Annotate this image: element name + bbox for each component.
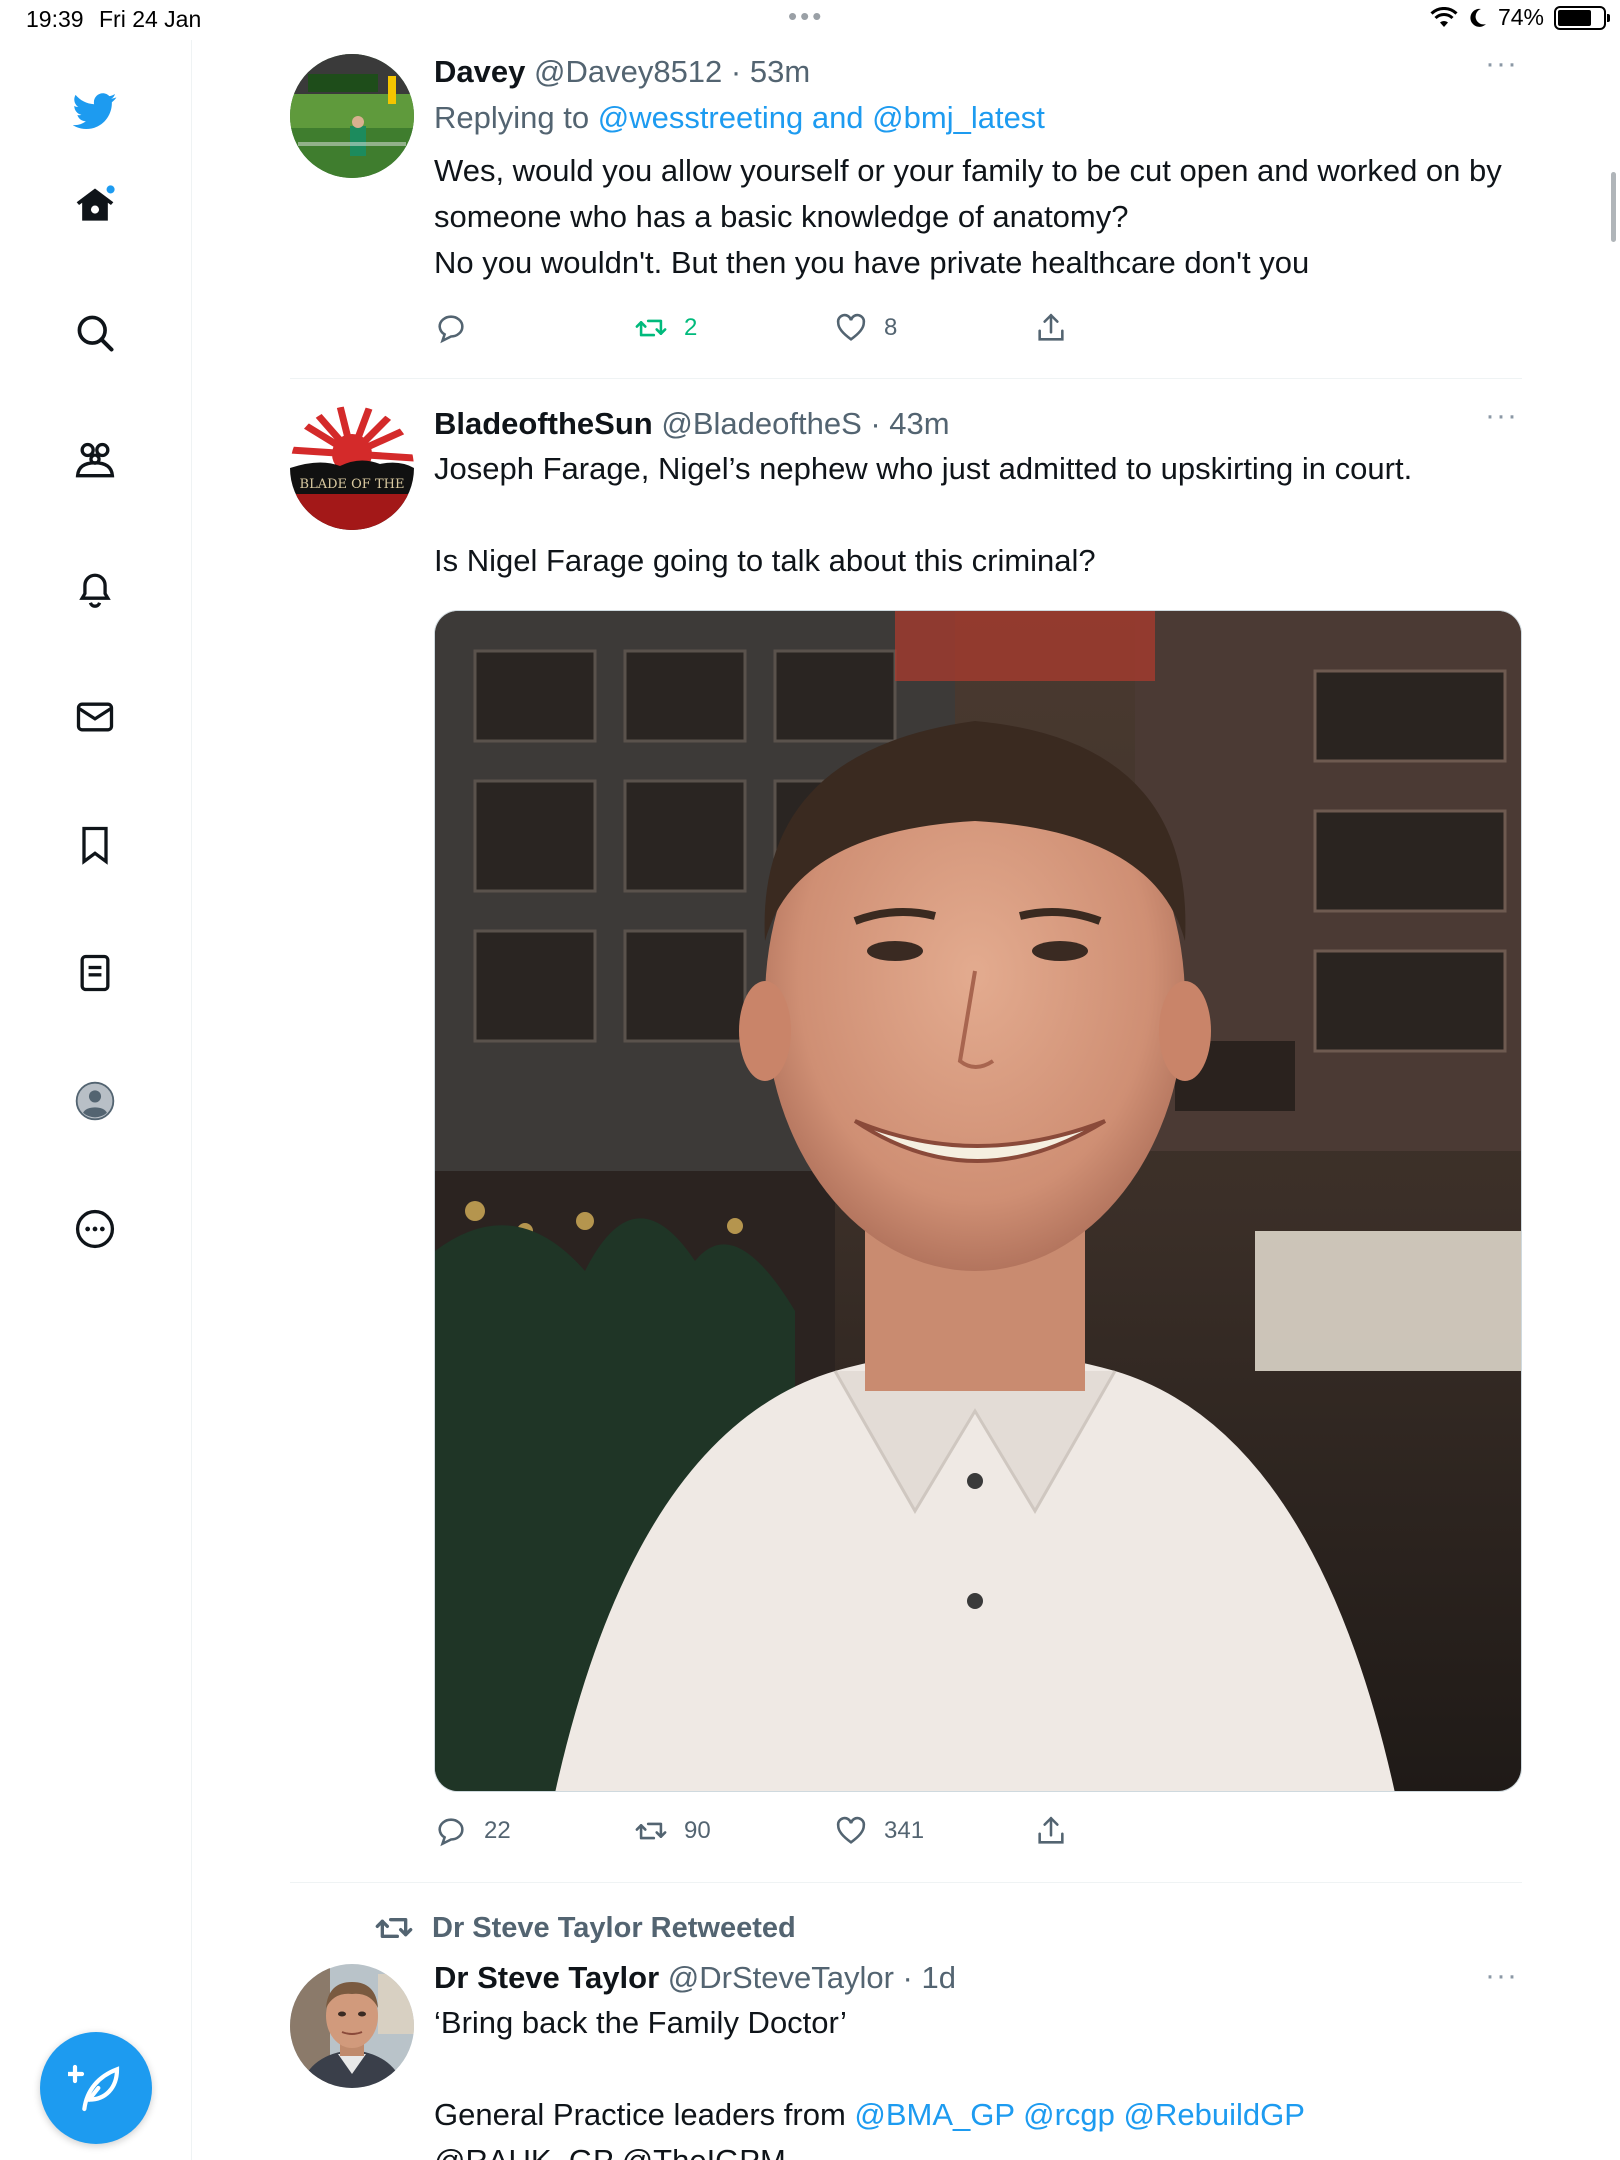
tweet-header: BladeoftheSun @BladeoftheS · 43m — [434, 404, 1522, 444]
tweet-bladeofthesun[interactable]: BLADE OF THE BladeoftheSun @BladeoftheS … — [290, 401, 1522, 1864]
retweeted-by: Dr Steve Taylor Retweeted — [374, 1908, 796, 1948]
tweet-text-line2: Is Nigel Farage going to talk about this… — [434, 543, 1096, 578]
battery-icon — [1554, 5, 1610, 30]
tweet-text-line1: Joseph Farage, Nigel’s nephew who just a… — [434, 451, 1413, 486]
lists-icon[interactable] — [70, 948, 120, 998]
reply-icon — [438, 315, 464, 344]
tweet-header: Davey @Davey8512 · 53m — [434, 52, 1522, 92]
retweet-count: 2 — [684, 314, 698, 341]
retweeted-by-text[interactable]: Dr Steve Taylor Retweeted — [432, 1912, 796, 1945]
home-icon[interactable] — [70, 180, 120, 230]
retweet-count: 90 — [684, 1817, 711, 1844]
retweet-icon — [635, 1822, 667, 1840]
messages-mail-icon[interactable] — [70, 692, 120, 742]
display-name[interactable]: Dr Steve Taylor — [434, 1960, 659, 1995]
share-button[interactable] — [1034, 1814, 1068, 1848]
notifications-bell-icon[interactable] — [70, 564, 120, 614]
avatar-logo-text: BLADE OF THE — [300, 477, 405, 492]
tweet-divider — [290, 1882, 1522, 1883]
like-button[interactable]: 341 — [834, 1814, 924, 1848]
tweet-header: Dr Steve Taylor @DrSteveTaylor · 1d — [434, 1958, 1522, 1998]
display-name[interactable]: Davey — [434, 54, 525, 89]
tweet-more-icon[interactable]: ··· — [1485, 49, 1518, 79]
reply-button[interactable]: 22 — [434, 1814, 511, 1848]
heart-icon — [836, 313, 866, 341]
scrollbar[interactable] — [1611, 172, 1616, 242]
share-button[interactable] — [1034, 311, 1068, 345]
battery-fill — [1558, 9, 1591, 26]
avatar-drstevetaylor[interactable] — [290, 1964, 414, 2088]
tweet-more-icon[interactable]: ··· — [1485, 1961, 1518, 1991]
communities-icon[interactable] — [70, 436, 120, 486]
tweet-drstevetaylor[interactable]: Dr Steve Taylor Retweeted Dr Steve Taylo… — [290, 1908, 1522, 2160]
wifi-icon — [1430, 6, 1458, 27]
tweet-text-prefix: General Practice leaders from — [434, 2097, 855, 2132]
reply-icon — [438, 1818, 464, 1847]
compose-tweet-button[interactable] — [40, 2032, 152, 2144]
user-handle[interactable]: @Davey8512 — [534, 54, 722, 89]
reply-count: 22 — [484, 1817, 511, 1844]
status-bar: 19:39 Fri 24 Jan ••• 74% — [0, 0, 1620, 40]
tweet-time[interactable]: · 1d — [903, 1960, 956, 1995]
tweet-text-line1: ‘Bring back the Family Doctor’ — [434, 2005, 847, 2040]
display-name[interactable]: BladeoftheSun — [434, 406, 653, 441]
reply-button[interactable] — [434, 311, 484, 345]
tweet-text: Wes, would you allow yourself or your fa… — [434, 153, 1502, 280]
tweet-text-line2: General Practice leaders from @BMA_GP @r… — [434, 2092, 1522, 2138]
share-icon — [1038, 1816, 1064, 1844]
tweet-time[interactable]: · 43m — [870, 406, 949, 441]
status-right: 74% — [1430, 4, 1610, 31]
tweet-davey[interactable]: Davey @Davey8512 · 53m ··· Replying to @… — [290, 49, 1522, 352]
share-icon — [1038, 313, 1064, 341]
moon-icon — [1470, 8, 1486, 27]
battery-percent: 74% — [1497, 4, 1544, 30]
tweet-more-icon[interactable]: ··· — [1485, 401, 1518, 431]
like-count: 8 — [884, 314, 898, 341]
tweet-divider — [290, 378, 1522, 379]
multitasking-dots[interactable]: ••• — [788, 3, 824, 29]
retweet-button[interactable]: 2 — [634, 311, 697, 345]
search-icon[interactable] — [70, 308, 120, 358]
tweet-mentions-cutoff[interactable]: @RAUK_GP @TheIGPM — [434, 2138, 1522, 2160]
status-time: 19:39 — [26, 6, 84, 32]
retweet-small-icon — [375, 1918, 413, 1938]
replying-prefix: Replying to — [434, 100, 590, 135]
replying-to: Replying to @wesstreeting and @bmj_lates… — [434, 96, 1522, 140]
tweet-photo[interactable] — [434, 610, 1522, 1792]
profile-avatar-icon[interactable] — [70, 1076, 120, 1126]
status-date: Fri 24 Jan — [99, 6, 202, 32]
like-count: 341 — [884, 1817, 925, 1844]
tweet-time[interactable]: · 53m — [731, 54, 810, 89]
retweet-icon — [635, 319, 667, 337]
more-circle-icon[interactable] — [70, 1204, 120, 1254]
replying-mentions[interactable]: @wesstreeting and @bmj_latest — [598, 100, 1045, 135]
compose-icon — [68, 2064, 120, 2112]
sidebar — [0, 40, 192, 2160]
bookmark-icon[interactable] — [70, 820, 120, 870]
tweet-actions: 2 8 — [434, 311, 1234, 351]
avatar-bladeofthesun[interactable]: BLADE OF THE — [290, 406, 414, 530]
like-button[interactable]: 8 — [834, 311, 897, 345]
retweet-button[interactable]: 90 — [634, 1814, 711, 1848]
user-handle[interactable]: @BladeoftheS — [661, 406, 861, 441]
tweet-actions: 22 90 341 — [434, 1814, 1234, 1854]
user-handle[interactable]: @DrSteveTaylor — [668, 1960, 894, 1995]
heart-icon — [836, 1816, 866, 1844]
avatar-davey[interactable] — [290, 54, 414, 178]
twitter-bird-icon[interactable] — [70, 86, 120, 136]
tweet-mentions[interactable]: @BMA_GP @rcgp @RebuildGP — [854, 2097, 1305, 2132]
